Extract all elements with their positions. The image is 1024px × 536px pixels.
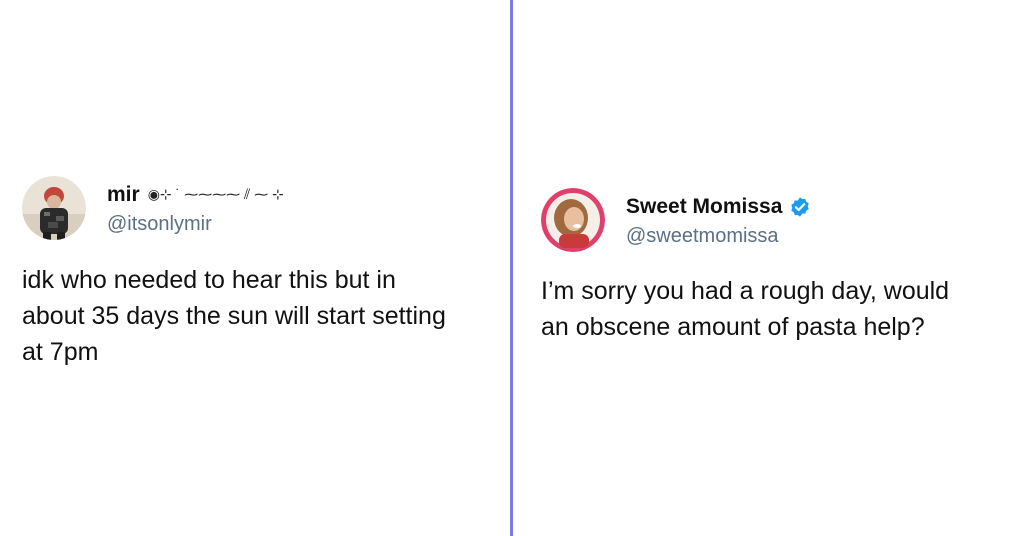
user-names: mir ◉⊹ ˙ ⁓⁓⁓⁓ ⫽ ⁓ ⊹ @itsonlymir (107, 181, 284, 236)
tweet-text: I’m sorry you had a rough day, would an … (541, 277, 950, 341)
user-avatar[interactable] (541, 188, 605, 252)
display-name-row: mir ◉⊹ ˙ ⁓⁓⁓⁓ ⫽ ⁓ ⊹ (107, 181, 284, 209)
verified-badge-icon (791, 196, 810, 217)
column-divider (510, 0, 513, 536)
display-name-row: Sweet Momissa (626, 193, 811, 221)
display-name[interactable]: Sweet Momissa (626, 195, 782, 219)
user-avatar[interactable] (22, 176, 86, 240)
user-handle[interactable]: @sweetmomissa (626, 225, 811, 248)
name-decoration: ◉⊹ ˙ ⁓⁓⁓⁓ ⫽ ⁓ ⊹ (147, 186, 284, 202)
display-name[interactable]: mir (107, 183, 140, 207)
tweet-text: idk who needed to hear this but in about… (22, 266, 446, 366)
tweet-card-left: mir ◉⊹ ˙ ⁓⁓⁓⁓ ⫽ ⁓ ⊹ @itsonlymir idk who … (22, 176, 502, 370)
screenshot-canvas: mir ◉⊹ ˙ ⁓⁓⁓⁓ ⫽ ⁓ ⊹ @itsonlymir idk who … (0, 0, 1024, 536)
tweet-card-right: Sweet Momissa @sweetmomissa I’m sorry yo… (541, 188, 1011, 345)
person-avatar-icon (541, 188, 605, 252)
user-names: Sweet Momissa @sweetmomissa (626, 193, 811, 248)
tweet-header: mir ◉⊹ ˙ ⁓⁓⁓⁓ ⫽ ⁓ ⊹ @itsonlymir (22, 176, 502, 240)
user-handle[interactable]: @itsonlymir (107, 213, 284, 236)
tweet-header: Sweet Momissa @sweetmomissa (541, 188, 1011, 252)
person-avatar-icon (22, 176, 86, 240)
